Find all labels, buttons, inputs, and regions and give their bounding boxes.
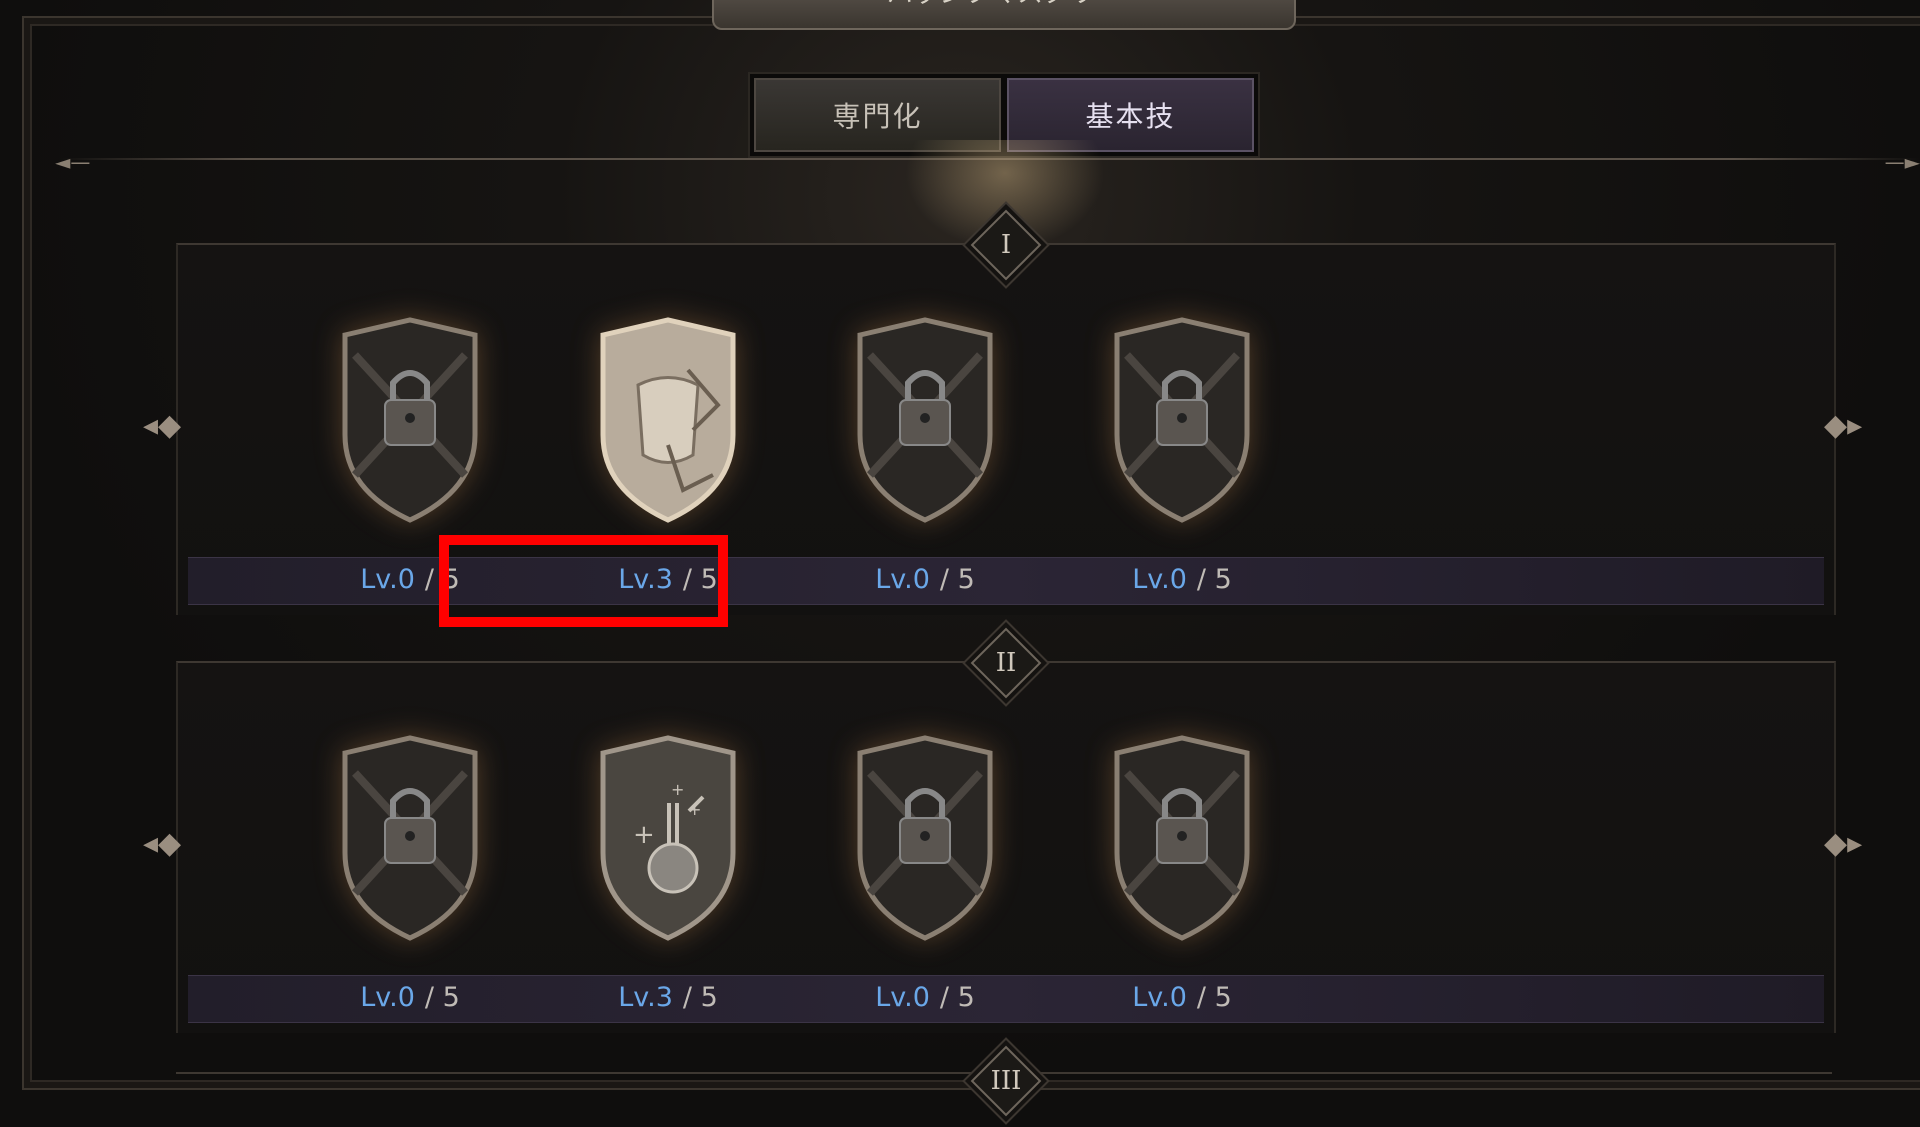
skill-2-1-level: Lv.0 / 5 [320, 982, 500, 1013]
locked-padlock-icon [850, 315, 1000, 525]
highlight-annotation [439, 535, 728, 627]
level-max: / 5 [683, 982, 718, 1013]
tier-3-numeral: III [983, 1058, 1029, 1104]
svg-text:+: + [671, 780, 684, 799]
mastery-window: パッシブマスタリー 専門化 基本技 ◄— —► [0, 0, 1920, 1080]
level-max: / 5 [940, 564, 975, 595]
skill-slot-2-2[interactable]: + + + [578, 723, 758, 953]
tier-1-numeral: I [983, 222, 1029, 268]
locked-padlock-icon [335, 733, 485, 943]
locked-padlock-icon [1107, 733, 1257, 943]
level-value: Lv.0 [875, 982, 930, 1013]
svg-text:+: + [688, 800, 701, 819]
skill-2-3-level: Lv.0 / 5 [835, 982, 1015, 1013]
tier-2-right-ornament-icon: ◆▸ [1824, 826, 1862, 861]
tier-1-panel: Lv.0/ 5 Lv.3/ 5 Lv.0/ 5 Lv.0/ 5 [176, 243, 1836, 615]
level-max: / 5 [1197, 982, 1232, 1013]
level-value: Lv.0 [1132, 982, 1187, 1013]
locked-padlock-icon [850, 733, 1000, 943]
potion-flask-icon: + + + [593, 733, 743, 943]
skill-2-4-level: Lv.0 / 5 [1092, 982, 1272, 1013]
skill-slot-1-3[interactable] [835, 305, 1015, 535]
svg-text:+: + [633, 820, 655, 850]
skill-slot-1-2[interactable] [578, 305, 758, 535]
tier-2-level-bar: Lv.0 / 5 Lv.3 / 5 Lv.0 / 5 Lv.0 / 5 [188, 975, 1824, 1023]
locked-padlock-icon [335, 315, 485, 525]
skill-slot-2-1[interactable] [320, 723, 500, 953]
level-value: Lv.0 [360, 564, 415, 595]
divider-ornament-right-icon: —► [1885, 150, 1920, 174]
skill-1-3-level: Lv.0 / 5 [835, 564, 1015, 595]
skill-1-4-level: Lv.0 / 5 [1092, 564, 1272, 595]
locked-padlock-icon [1107, 315, 1257, 525]
level-value: Lv.0 [1132, 564, 1187, 595]
skill-slot-2-3[interactable] [835, 723, 1015, 953]
tier-1-right-ornament-icon: ◆▸ [1824, 408, 1862, 443]
skill-2-2-level: Lv.3 / 5 [578, 982, 758, 1013]
skill-slot-1-1[interactable] [320, 305, 500, 535]
skill-slot-2-4[interactable] [1092, 723, 1272, 953]
level-max: / 5 [1197, 564, 1232, 595]
tier-2-left-ornament-icon: ◂◆ [143, 826, 181, 861]
tier-2-numeral: II [983, 640, 1029, 686]
level-value: Lv.0 [875, 564, 930, 595]
armor-upgrade-icon [593, 315, 743, 525]
level-value: Lv.0 [360, 982, 415, 1013]
window-title-plate: パッシブマスタリー [712, 0, 1296, 30]
level-max: / 5 [940, 982, 975, 1013]
divider-ornament-left-icon: ◄— [55, 150, 90, 174]
tier-1-level-bar: Lv.0/ 5 Lv.3/ 5 Lv.0/ 5 Lv.0/ 5 [188, 557, 1824, 605]
window-title: パッシブマスタリー [887, 0, 1121, 10]
tier-1-left-ornament-icon: ◂◆ [143, 408, 181, 443]
skill-slot-1-4[interactable] [1092, 305, 1272, 535]
tier-2-panel: + + + [176, 661, 1836, 1033]
level-max: / 5 [425, 982, 460, 1013]
level-value: Lv.3 [618, 982, 673, 1013]
